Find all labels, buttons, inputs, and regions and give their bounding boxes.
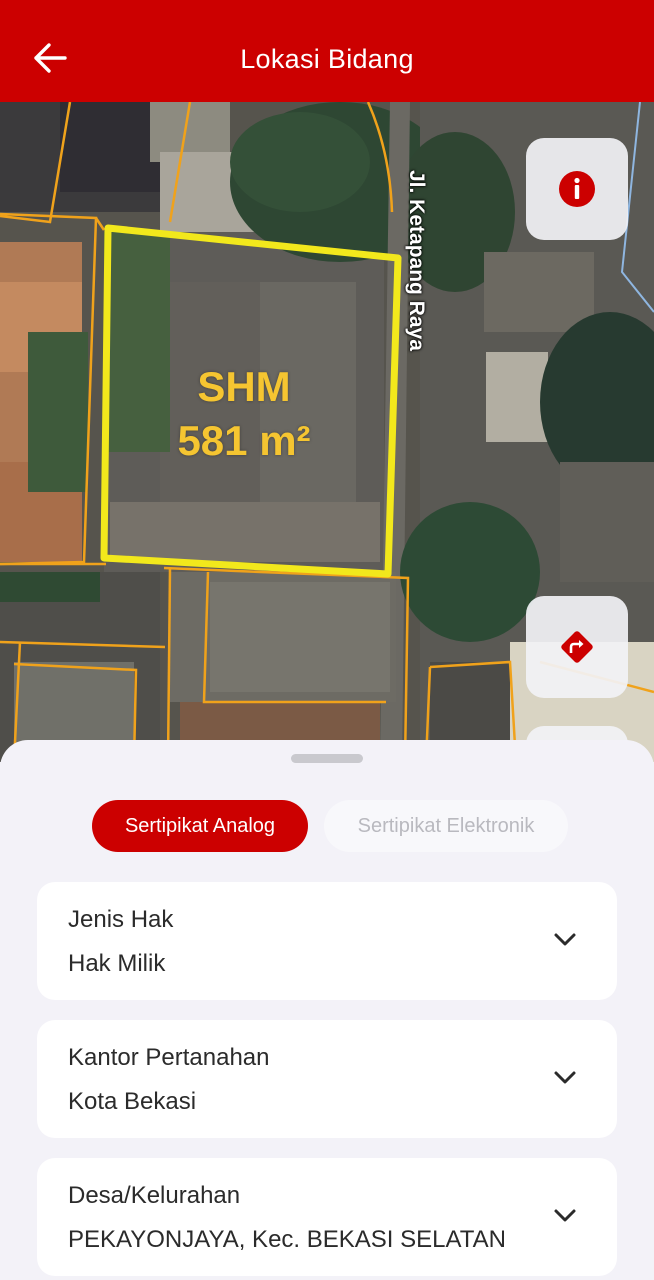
card-label: Desa/Kelurahan — [68, 1182, 241, 1209]
chevron-down-icon[interactable] — [553, 1068, 577, 1088]
jenis-hak-card[interactable]: Jenis Hak Hak Milik — [37, 882, 617, 1000]
chevron-down-icon[interactable] — [553, 930, 577, 950]
card-label: Jenis Hak — [68, 906, 174, 933]
desa-kelurahan-card[interactable]: Desa/Kelurahan PEKAYONJAYA, Kec. BEKASI … — [37, 1158, 617, 1276]
card-value: Hak Milik — [68, 950, 166, 977]
street-name-label: Jl. Ketapang Raya — [405, 170, 428, 351]
directions-button[interactable] — [526, 596, 628, 698]
parcel-area-label: 581 m² — [177, 417, 311, 464]
kantor-pertanahan-card[interactable]: Kantor Pertanahan Kota Bekasi — [37, 1020, 617, 1138]
page-title: Lokasi Bidang — [240, 44, 414, 74]
tab-sertipikat-analog[interactable]: Sertipikat Analog — [92, 800, 308, 852]
app-bar: Lokasi Bidang — [0, 0, 654, 102]
info-button[interactable] — [526, 138, 628, 240]
info-icon — [559, 171, 595, 207]
satellite-map[interactable]: SHM 581 m² Jl. Ketapang Raya — [0, 102, 654, 762]
parcel-type-label: SHM — [197, 363, 291, 410]
card-value: PEKAYONJAYA, Kec. BEKASI SELATAN — [68, 1226, 506, 1253]
tab-sertipikat-elektronik[interactable]: Sertipikat Elektronik — [324, 800, 568, 852]
card-label: Kantor Pertanahan — [68, 1044, 270, 1071]
drag-handle[interactable] — [291, 754, 363, 763]
chevron-down-icon[interactable] — [553, 1206, 577, 1226]
directions-icon — [561, 631, 593, 663]
bottom-sheet: Sertipikat Analog Sertipikat Elektronik … — [0, 740, 654, 1280]
card-value: Kota Bekasi — [68, 1088, 197, 1115]
